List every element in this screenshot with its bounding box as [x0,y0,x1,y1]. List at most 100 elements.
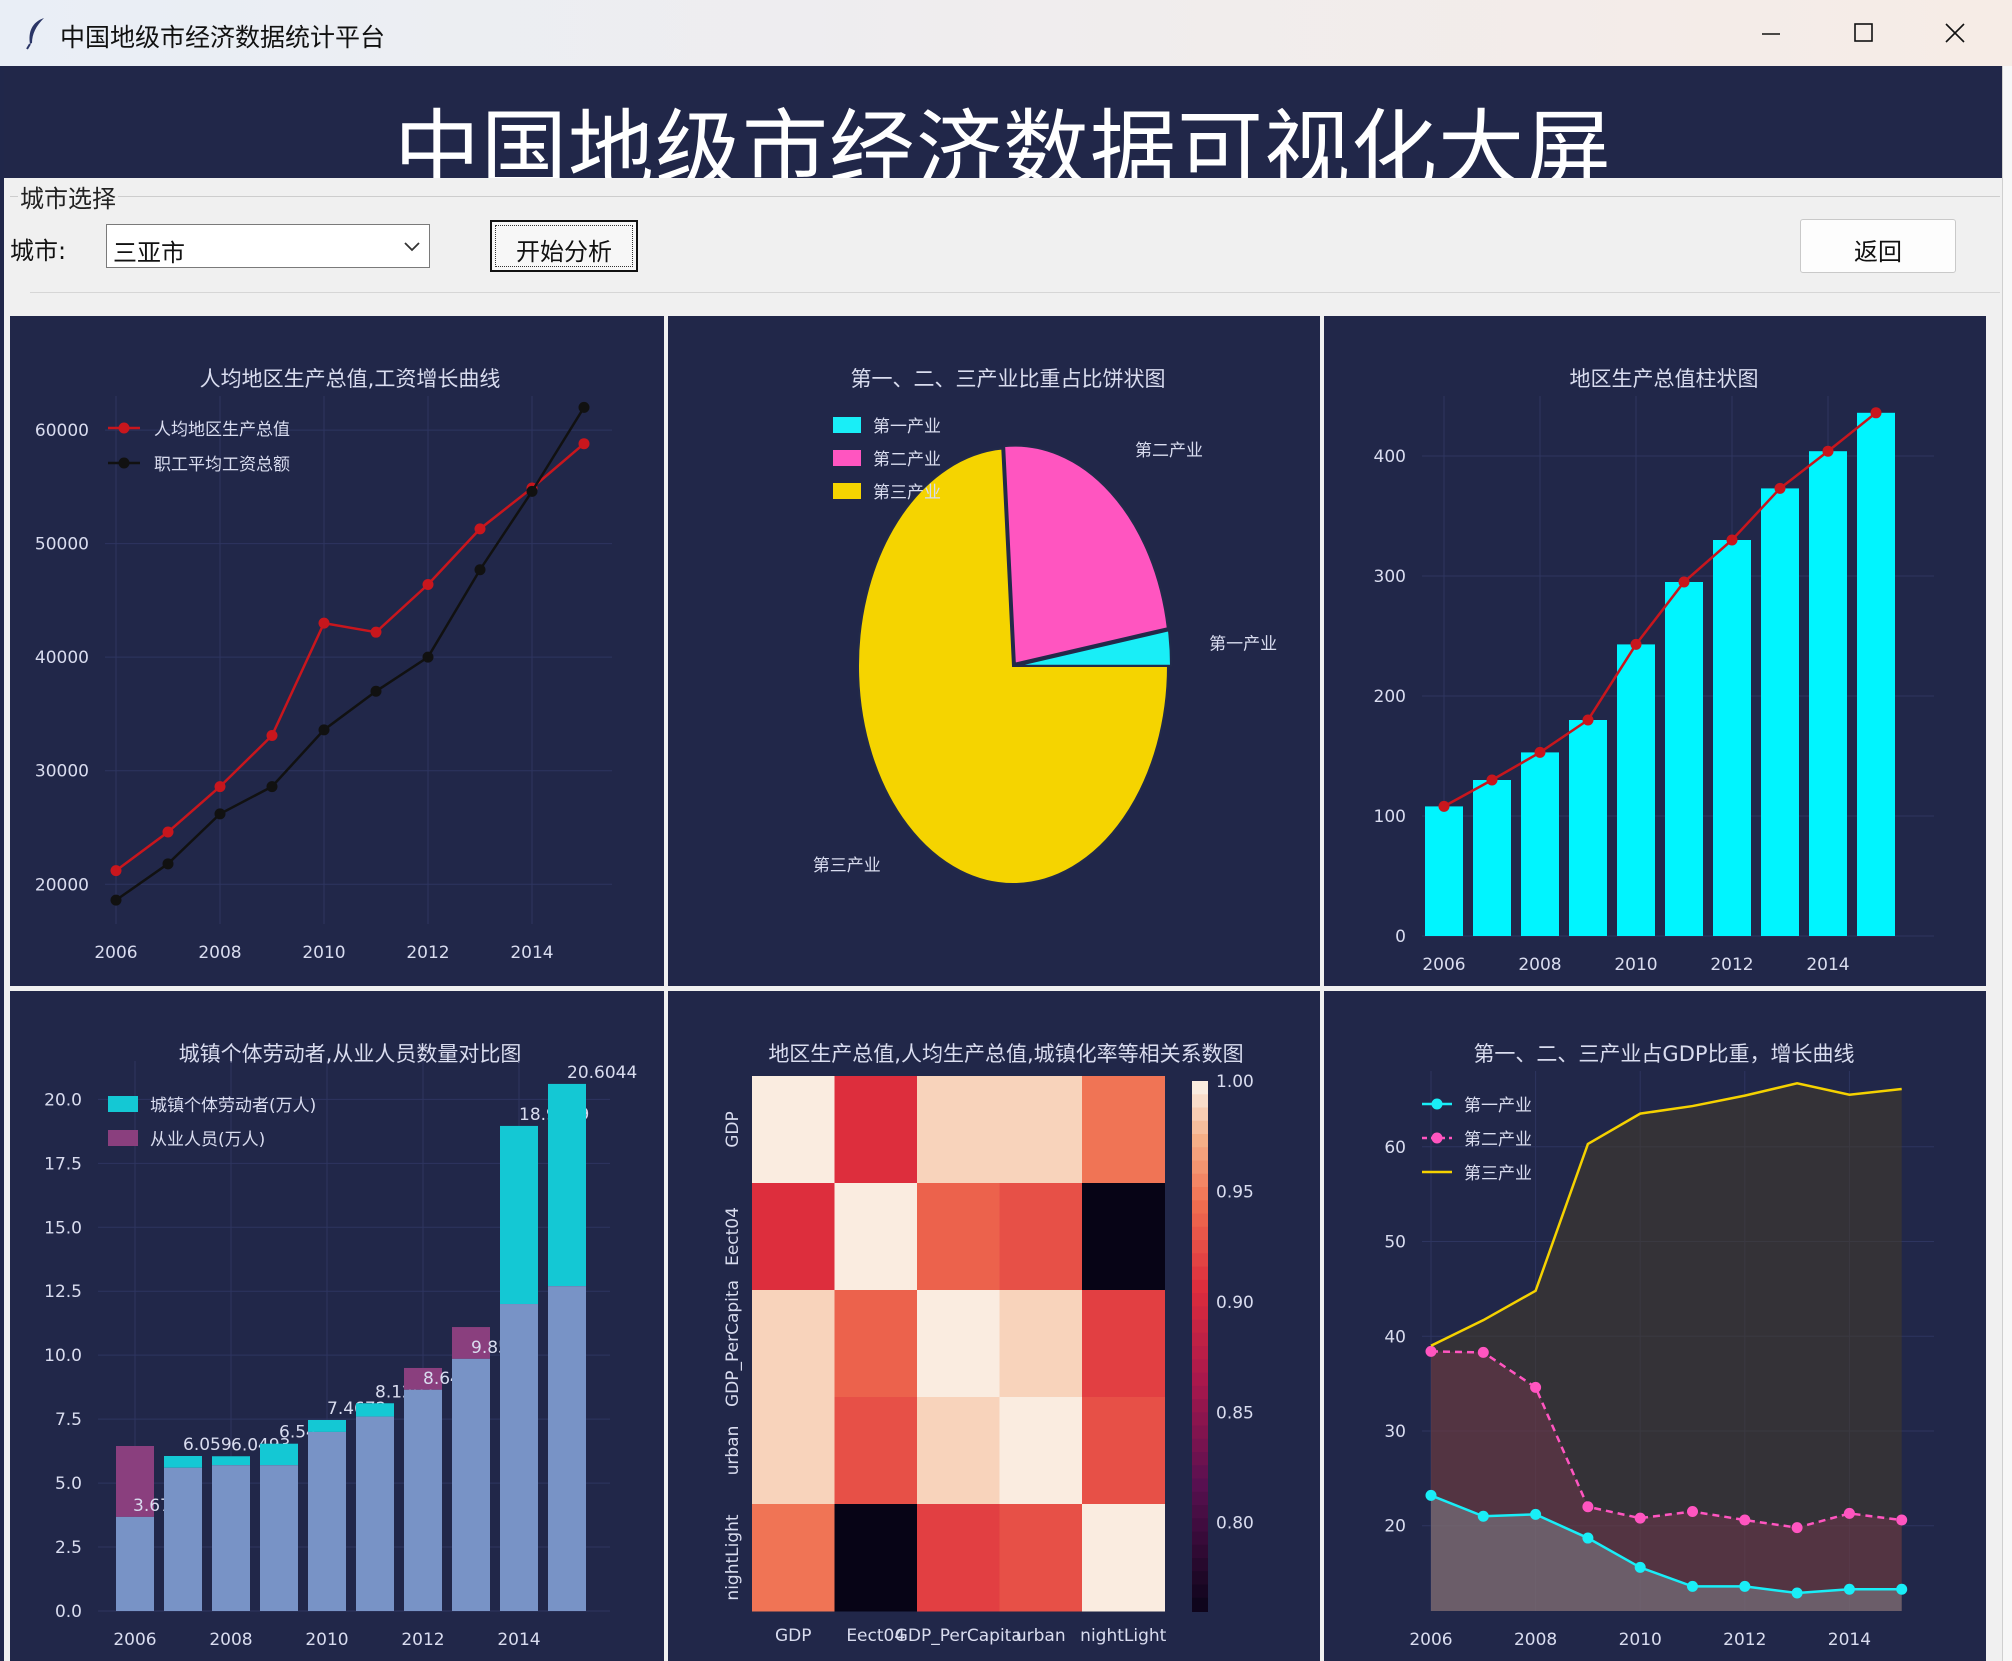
x-tick-label: urban [1016,1626,1066,1646]
colorbar-segment [1192,1253,1208,1268]
data-point [1477,1510,1489,1522]
colorbar-segment [1192,1518,1208,1533]
bar-top [260,1443,298,1466]
heatmap-cell [917,1076,1000,1184]
data-point [1530,1508,1542,1520]
colorbar-segment [1192,1558,1208,1573]
legend-swatch [833,417,861,433]
x-tick-label: 2012 [1723,1630,1766,1650]
heatmap-cell [1082,1076,1165,1184]
data-point [1774,482,1786,494]
colorbar-segment [1192,1571,1208,1586]
heatmap-cell [834,1504,918,1612]
slice-label: 第三产业 [813,856,881,876]
data-point [1630,638,1642,650]
bar [1857,412,1895,936]
y-tick-label: 7.5 [55,1410,82,1430]
x-tick-label: 2006 [1422,955,1465,975]
colorbar-segment [1192,1200,1208,1215]
legend-swatch [833,483,861,499]
window-left-edge [0,66,4,1661]
y-tick-label: urban [723,1426,743,1476]
back-button-label: 返回 [1854,238,1902,266]
maximize-button[interactable] [1832,10,1894,56]
data-point [1678,576,1690,588]
minimize-button[interactable] [1740,10,1802,56]
workers-bar-chart: 城镇个体劳动者,从业人员数量对比图 0.0 2.5 5.0 7.5 10.0 12.5 15.… [10,991,664,1661]
chart-svg: 第一、二、三产业占GDP比重，增长曲线 20 30 40 50 60 2006 2008 201… [1384,1042,1934,1650]
value-label: 20.6044 [567,1063,637,1083]
close-button[interactable] [1924,10,1986,56]
heatmap-cell [834,1076,918,1184]
legend-marker [118,422,130,434]
data-point [422,578,434,590]
x-tick-label: 2008 [1518,955,1561,975]
data-point [1726,534,1738,546]
y-tick-label: 12.5 [44,1282,82,1302]
y-tick-label: 10.0 [44,1346,82,1366]
chart-title: 地区生产总值,人均生产总值,城镇化率等相关系数图 [768,1042,1243,1066]
chart-title: 地区生产总值柱状图 [1570,367,1759,391]
colorbar-segment [1192,1412,1208,1427]
bar-overlap [500,1304,538,1611]
heatmap-cell [999,1183,1083,1291]
colorbar-segment [1192,1346,1208,1361]
legend-marker [1431,1098,1443,1110]
colorbar-segment [1192,1107,1208,1122]
city-label: 城市: [10,237,67,265]
data-point [1634,1561,1646,1573]
data-point [578,401,590,413]
y-tick-label: 40 [1384,1327,1406,1347]
x-tick-label: nightLight [1080,1626,1166,1646]
x-tick-label: 2012 [401,1630,444,1650]
colorbar-segment [1192,1399,1208,1414]
bar-overlap [452,1358,490,1611]
gdp-wage-line-chart: 人均地区生产总值,工资增长曲线 20000 30000 40000 50000 60000… [10,316,664,986]
x-tick-label: 2012 [406,943,449,963]
colorbar-segment [1192,1319,1208,1334]
data-point [526,485,538,497]
colorbar-segment [1192,1531,1208,1546]
bar [1713,540,1751,936]
colorbar-segment [1192,1293,1208,1308]
chart-svg: 第一、二、三产业比重占比饼状图第一产业第一产业第二产业第二产业第三产业第三产业 [813,367,1277,885]
chart-title: 第一、二、三产业占GDP比重，增长曲线 [1473,1042,1854,1066]
chart-title: 城镇个体劳动者,从业人员数量对比图 [179,1042,522,1066]
back-button[interactable]: 返回 [1800,219,1956,273]
bar [1425,806,1463,936]
colorbar-segment [1192,1240,1208,1255]
legend-label: 职工平均工资总额 [154,455,290,475]
colorbar-segment [1192,1160,1208,1175]
data-point [1582,1532,1594,1544]
x-tick-label: 2006 [94,943,137,963]
data-point [1896,1583,1908,1595]
chart-title: 第一、二、三产业比重占比饼状图 [851,367,1166,391]
bar-top [308,1419,346,1432]
city-combobox[interactable]: 三亚市 [106,224,430,268]
data-point [266,730,278,742]
bar [1809,451,1847,936]
legend-swatch [108,1130,138,1146]
slice-label: 第一产业 [1209,635,1277,655]
colorbar-segment [1192,1597,1208,1612]
y-tick-label: 15.0 [44,1218,82,1238]
colorbar-segment [1192,1120,1208,1135]
chart-title: 人均地区生产总值,工资增长曲线 [200,367,501,391]
y-tick-label: nightLight [723,1514,743,1600]
y-tick-label: 300 [1374,567,1406,587]
bar-top [548,1083,586,1287]
bar [1617,644,1655,936]
pie-slice [1003,444,1169,665]
y-tick-label: 50 [1384,1233,1406,1253]
bar-top [212,1456,250,1466]
start-analysis-button[interactable]: 开始分析 [490,220,638,272]
chevron-down-icon[interactable] [401,235,423,257]
data-point [1438,800,1450,812]
legend-label: 第三产业 [873,483,941,503]
y-tick-label: 200 [1374,687,1406,707]
colorbar-segment [1192,1372,1208,1387]
data-point [110,894,122,906]
data-point [370,626,382,638]
colorbar-segment [1192,1584,1208,1599]
colorbar-segment [1192,1505,1208,1520]
